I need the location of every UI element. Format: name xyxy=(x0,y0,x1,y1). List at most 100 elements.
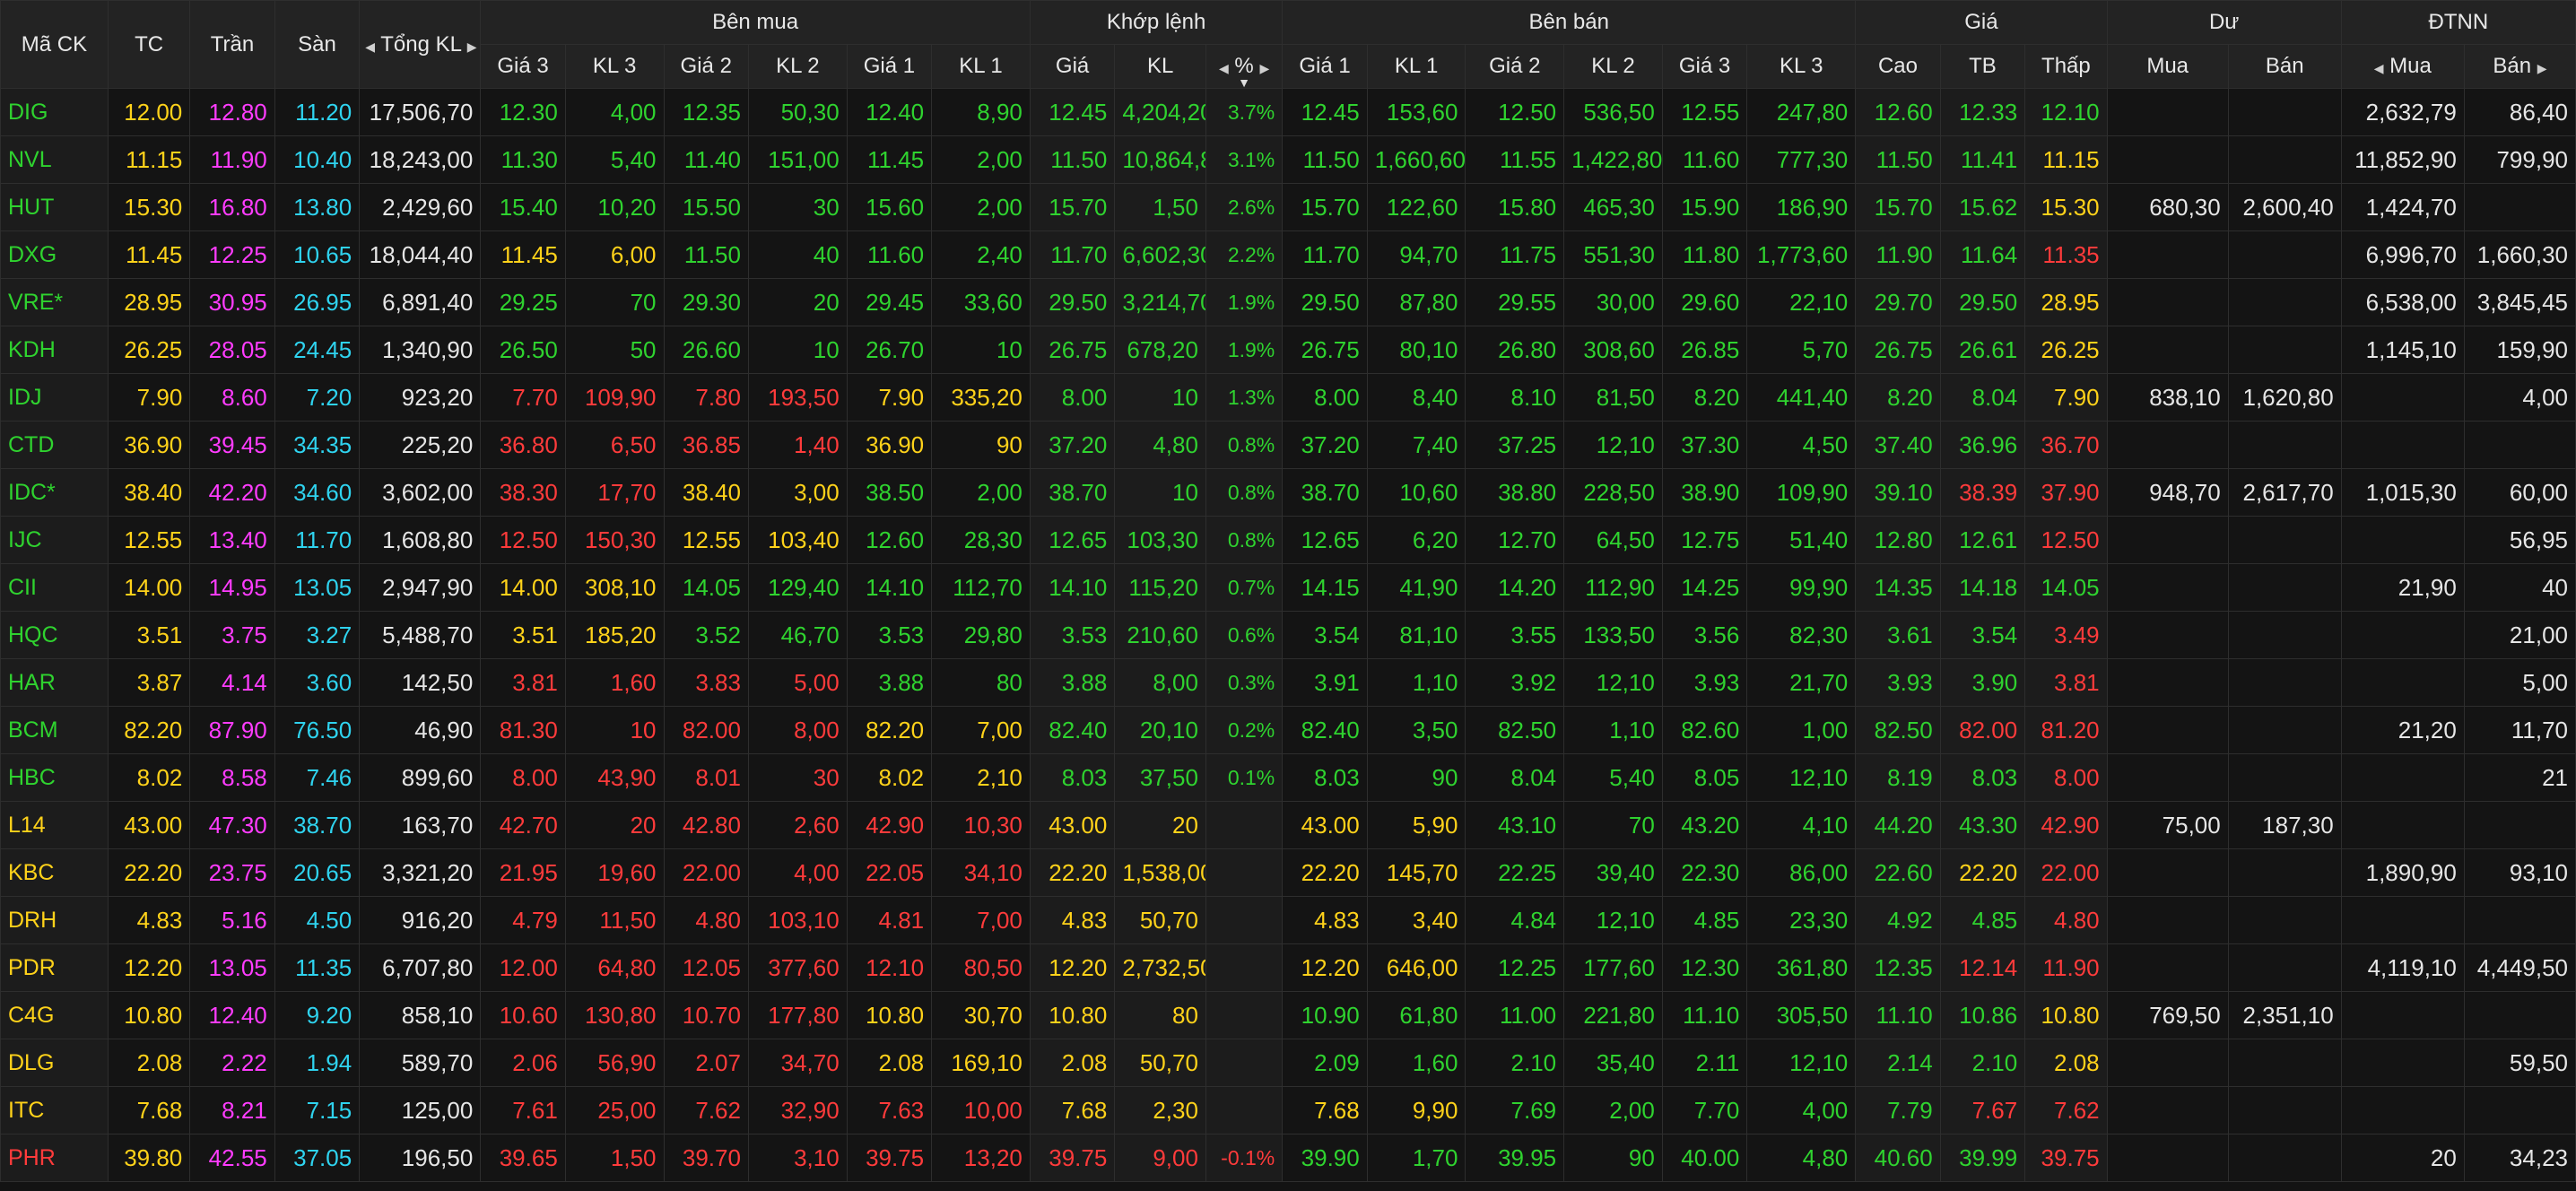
cell-symbol[interactable]: BCM xyxy=(0,706,109,754)
cell-symbol[interactable]: DRH xyxy=(0,896,109,944)
cell-foreign-1 xyxy=(2463,421,2576,469)
header-ref[interactable]: TC xyxy=(107,0,191,89)
cell-symbol[interactable]: HBC xyxy=(0,753,109,802)
table-row[interactable]: CTD 36.90 39.45 34.35 225,20 36.80 6,50 36.85 1,… xyxy=(0,421,2576,469)
table-row[interactable]: KBC 22.20 23.75 20.65 3,321,20 21.95 19,60 22.0… xyxy=(0,848,2576,897)
header-ceil[interactable]: Trần xyxy=(189,0,275,89)
chevron-left-icon[interactable]: ◀ xyxy=(2374,61,2384,75)
cell-symbol[interactable]: HUT xyxy=(0,183,109,231)
cell-symbol[interactable]: CII xyxy=(0,563,109,612)
cell-match-2 xyxy=(1205,943,1284,992)
header-foreign-col-1[interactable]: Bán ▶ xyxy=(2463,44,2576,89)
cell-resid-0 xyxy=(2106,848,2229,897)
table-row[interactable]: ITC 7.68 8.21 7.15 125,00 7.61 25,00 7.62 32,90 7… xyxy=(0,1086,2576,1134)
chevron-right-icon[interactable]: ▶ xyxy=(467,39,477,54)
header-sell-col-1[interactable]: KL 1 xyxy=(1366,44,1466,89)
header-price-col-1[interactable]: TB xyxy=(1939,44,2026,89)
table-row[interactable]: DIG 12.00 12.80 11.20 17,506,70 12.30 4,00 12.3… xyxy=(0,88,2576,136)
chevron-left-icon[interactable]: ◀ xyxy=(1219,61,1229,75)
cell-resid-1: 1,620,80 xyxy=(2227,373,2342,422)
cell-symbol[interactable]: IJC xyxy=(0,516,109,564)
table-row[interactable]: IJC 12.55 13.40 11.70 1,608,80 12.50 150,30 12.… xyxy=(0,516,2576,564)
table-row[interactable]: DLG 2.08 2.22 1.94 589,70 2.06 56,90 2.07 34,70 2… xyxy=(0,1039,2576,1087)
cell-foreign-0: 1,424,70 xyxy=(2340,183,2465,231)
chevron-right-icon[interactable]: ▶ xyxy=(2537,61,2547,75)
header-buy-col-4[interactable]: Giá 1 xyxy=(846,44,933,89)
cell-symbol[interactable]: HQC xyxy=(0,611,109,659)
cell-symbol[interactable]: KDH xyxy=(0,326,109,374)
cell-buy-0: 10.60 xyxy=(480,991,566,1039)
cell-buy-3: 151,00 xyxy=(747,135,848,184)
header-symbol[interactable]: Mã CK xyxy=(0,0,109,89)
table-row[interactable]: VRE* 28.95 30.95 26.95 6,891,40 29.25 70 29.30 2… xyxy=(0,278,2576,326)
table-row[interactable]: HUT 15.30 16.80 13.80 2,429,60 15.40 10,20 15.5… xyxy=(0,183,2576,231)
cell-buy-1: 10,20 xyxy=(564,183,665,231)
header-match-col-1[interactable]: KL xyxy=(1114,44,1206,89)
cell-symbol[interactable]: KBC xyxy=(0,848,109,897)
header-sell-col-4[interactable]: Giá 3 xyxy=(1661,44,1748,89)
cell-buy-5: 2,00 xyxy=(931,468,1031,517)
header-buy-col-0[interactable]: Giá 3 xyxy=(480,44,566,89)
header-sell-col-0[interactable]: Giá 1 xyxy=(1282,44,1368,89)
table-row[interactable]: KDH 26.25 28.05 24.45 1,340,90 26.50 50 26.60 10… xyxy=(0,326,2576,374)
cell-price-1: 3.54 xyxy=(1939,611,2026,659)
cell-ref: 11.45 xyxy=(107,230,191,279)
chevron-right-icon[interactable]: ▶ xyxy=(1259,61,1269,75)
table-row[interactable]: L14 43.00 47.30 38.70 163,70 42.70 20 42.80 2,60… xyxy=(0,801,2576,849)
header-foreign-col-0[interactable]: ◀ Mua xyxy=(2340,44,2465,89)
table-row[interactable]: DRH 4.83 5.16 4.50 916,20 4.79 11,50 4.80 103,10… xyxy=(0,896,2576,944)
header-price-col-2[interactable]: Thấp xyxy=(2024,44,2108,89)
header-sell-col-2[interactable]: Giá 2 xyxy=(1465,44,1565,89)
chevron-left-icon[interactable]: ◀ xyxy=(365,39,375,54)
header-buy-col-1[interactable]: KL 3 xyxy=(564,44,665,89)
cell-symbol[interactable]: ITC xyxy=(0,1086,109,1134)
table-row[interactable]: NVL 11.15 11.90 10.40 18,243,00 11.30 5,40 11.4… xyxy=(0,135,2576,184)
sort-down-icon[interactable]: ▼ xyxy=(1238,75,1250,88)
header-total-vol[interactable]: ◀ Tổng KL ▶ xyxy=(359,0,482,89)
cell-buy-3: 50,30 xyxy=(747,88,848,136)
cell-symbol[interactable]: CTD xyxy=(0,421,109,469)
table-row[interactable]: PHR 39.80 42.55 37.05 196,50 39.65 1,50 39.70 3,… xyxy=(0,1134,2576,1182)
table-row[interactable]: C4G 10.80 12.40 9.20 858,10 10.60 130,80 10.70 1… xyxy=(0,991,2576,1039)
header-buy-col-2[interactable]: Giá 2 xyxy=(663,44,749,89)
header-price-col-0[interactable]: Cao xyxy=(1855,44,1941,89)
header-buy-col-3[interactable]: KL 2 xyxy=(747,44,848,89)
table-row[interactable]: CII 14.00 14.95 13.05 2,947,90 14.00 308,10 14.… xyxy=(0,563,2576,612)
table-row[interactable]: HQC 3.51 3.75 3.27 5,488,70 3.51 185,20 3.52 46,… xyxy=(0,611,2576,659)
table-row[interactable]: BCM 82.20 87.90 76.50 46,90 81.30 10 82.00 8,00 8… xyxy=(0,706,2576,754)
cell-symbol[interactable]: PHR xyxy=(0,1134,109,1182)
cell-symbol[interactable]: HAR xyxy=(0,658,109,707)
header-foreign-sell-label: Bán xyxy=(2493,54,2532,78)
cell-price-1: 14.18 xyxy=(1939,563,2026,612)
header-sell-col-3[interactable]: KL 2 xyxy=(1563,44,1663,89)
table-row[interactable]: DXG 11.45 12.25 10.65 18,044,40 11.45 6,00 11.5… xyxy=(0,230,2576,279)
cell-price-1: 4.85 xyxy=(1939,896,2026,944)
cell-match-0: 10.80 xyxy=(1029,991,1116,1039)
cell-symbol[interactable]: DLG xyxy=(0,1039,109,1087)
cell-sell-0: 11.70 xyxy=(1282,230,1368,279)
cell-symbol[interactable]: L14 xyxy=(0,801,109,849)
table-row[interactable]: PDR 12.20 13.05 11.35 6,707,80 12.00 64,80 12.0… xyxy=(0,943,2576,992)
cell-sell-3: 1,10 xyxy=(1563,706,1663,754)
cell-symbol[interactable]: NVL xyxy=(0,135,109,184)
table-row[interactable]: HAR 3.87 4.14 3.60 142,50 3.81 1,60 3.83 5,00 3.8… xyxy=(0,658,2576,707)
header-match-col-0[interactable]: Giá xyxy=(1029,44,1116,89)
table-row[interactable]: IDC* 38.40 42.20 34.60 3,602,00 38.30 17,70 38.… xyxy=(0,468,2576,517)
cell-symbol[interactable]: IDC* xyxy=(0,468,109,517)
header-resid-col-0[interactable]: Mua xyxy=(2106,44,2229,89)
cell-symbol[interactable]: DXG xyxy=(0,230,109,279)
cell-symbol[interactable]: VRE* xyxy=(0,278,109,326)
cell-symbol[interactable]: C4G xyxy=(0,991,109,1039)
cell-symbol[interactable]: DIG xyxy=(0,88,109,136)
header-sell-col-label: KL 2 xyxy=(1591,54,1635,78)
header-floor[interactable]: Sàn xyxy=(274,0,361,89)
header-sell-col-5[interactable]: KL 3 xyxy=(1746,44,1857,89)
cell-resid-0 xyxy=(2106,230,2229,279)
table-row[interactable]: HBC 8.02 8.58 7.46 899,60 8.00 43,90 8.01 30 8.02… xyxy=(0,753,2576,802)
table-row[interactable]: IDJ 7.90 8.60 7.20 923,20 7.70 109,90 7.80 193,5… xyxy=(0,373,2576,422)
cell-symbol[interactable]: PDR xyxy=(0,943,109,992)
cell-symbol[interactable]: IDJ xyxy=(0,373,109,422)
header-buy-col-5[interactable]: KL 1 xyxy=(931,44,1031,89)
header-match-col-2[interactable]: ◀ % ▶ ▼ xyxy=(1205,44,1284,89)
header-resid-col-1[interactable]: Bán xyxy=(2227,44,2342,89)
